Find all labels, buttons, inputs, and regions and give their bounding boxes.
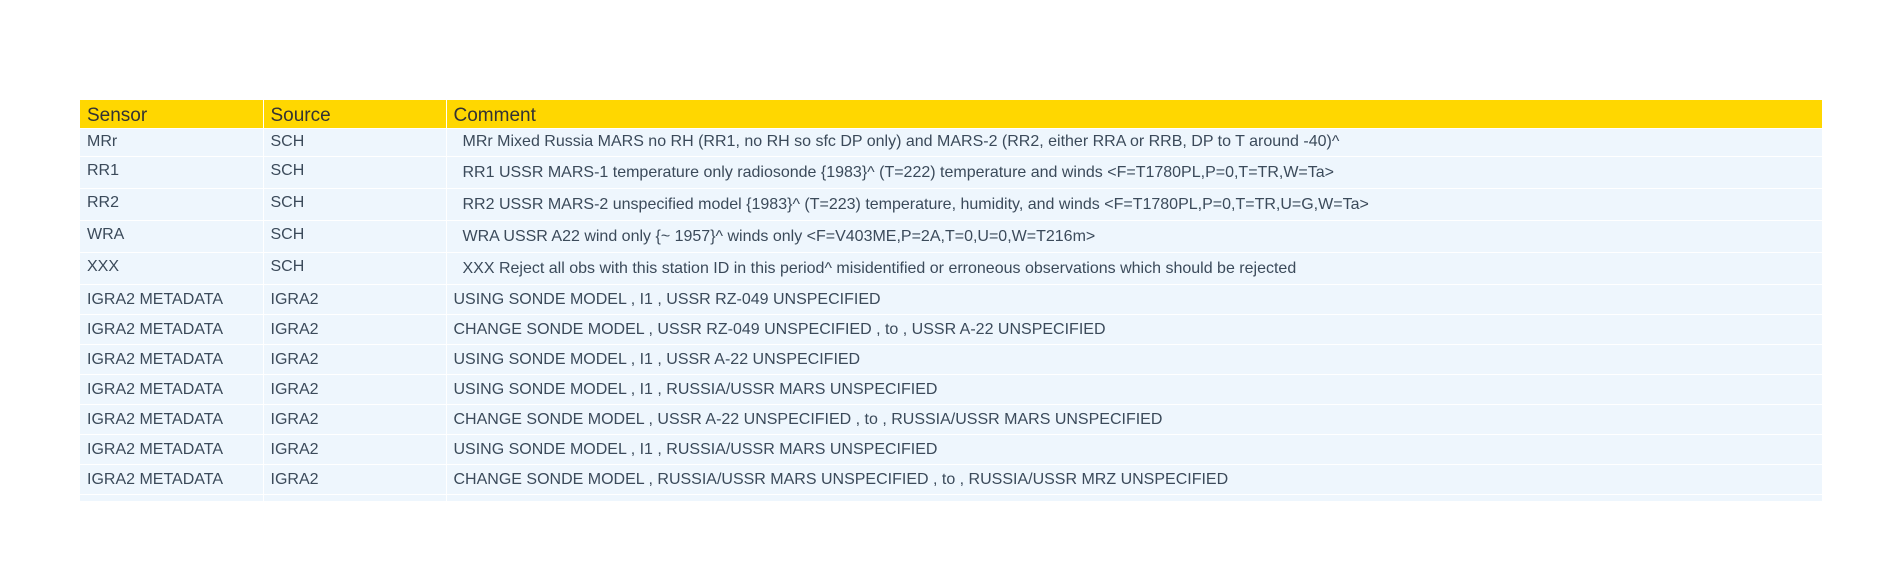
table-row: IGRA2 METADATA IGRA2 USING SONDE MODEL ,…	[80, 374, 1822, 405]
cell-sensor: XXX	[80, 252, 263, 285]
cell-comment: CHANGE SONDE MODEL , USSR RZ-049 UNSPECI…	[445, 314, 1822, 345]
table-row: IGRA2 METADATA IGRA2 USING SONDE MODEL ,…	[80, 344, 1822, 375]
header-sensor[interactable]: Sensor	[80, 100, 263, 129]
table-row: IGRA2 METADATA IGRA2 CHANGE SONDE MODEL …	[80, 314, 1822, 345]
cell-comment: RR1 USSR MARS-1 temperature only radioso…	[445, 156, 1822, 189]
cell-source: SCH	[262, 252, 446, 285]
table-row: RR1 SCH RR1 USSR MARS-1 temperature only…	[80, 156, 1822, 189]
cell-sensor: IGRA2 METADATA	[80, 344, 263, 375]
table-row: IGRA2 METADATA IGRA2 CHANGE SONDE MODEL …	[80, 404, 1822, 435]
cell-sensor: RR2	[80, 188, 263, 221]
cell-sensor: IGRA2 METADATA	[80, 434, 263, 465]
cell-source: IGRA2	[262, 344, 446, 375]
cell-source: SCH	[262, 188, 446, 221]
cell-source: IGRA2	[262, 434, 446, 465]
cell-sensor: WRA	[80, 220, 263, 253]
cell-comment: CHANGE SONDE MODEL , USSR A-22 UNSPECIFI…	[445, 404, 1822, 435]
table-row: RR2 SCH RR2 USSR MARS-2 unspecified mode…	[80, 188, 1822, 221]
cell-comment: USING SONDE MODEL , I1 , USSR A-22 UNSPE…	[445, 344, 1822, 375]
cell-sensor: IGRA2 METADATA	[80, 314, 263, 345]
cell-comment: USING SONDE MODEL , I1 , RUSSIA/USSR MAR…	[445, 434, 1822, 465]
table-row: WRA SCH WRA USSR A22 wind only {~ 1957}^…	[80, 220, 1822, 253]
cell-sensor: MRr	[80, 128, 263, 157]
table-row: XXX SCH XXX Reject all obs with this sta…	[80, 252, 1822, 285]
table-header: Sensor Source Comment	[80, 100, 1822, 129]
cell-spacer	[262, 494, 446, 501]
cell-source: IGRA2	[262, 314, 446, 345]
header-row: Sensor Source Comment	[80, 100, 1822, 129]
cell-comment: USING SONDE MODEL , I1 , RUSSIA/USSR MAR…	[445, 374, 1822, 405]
cell-comment: CHANGE SONDE MODEL , RUSSIA/USSR MARS UN…	[445, 464, 1822, 495]
table-row: MRr SCH MRr Mixed Russia MARS no RH (RR1…	[80, 128, 1822, 157]
cell-comment: XXX Reject all obs with this station ID …	[445, 252, 1822, 285]
cell-comment: MRr Mixed Russia MARS no RH (RR1, no RH …	[445, 128, 1822, 157]
cell-sensor: IGRA2 METADATA	[80, 284, 263, 315]
cell-spacer	[80, 494, 263, 501]
cell-source: SCH	[262, 220, 446, 253]
cell-sensor: IGRA2 METADATA	[80, 374, 263, 405]
table-row: IGRA2 METADATA IGRA2 USING SONDE MODEL ,…	[80, 284, 1822, 315]
cell-comment: RR2 USSR MARS-2 unspecified model {1983}…	[445, 188, 1822, 221]
cell-sensor: RR1	[80, 156, 263, 189]
table-row: IGRA2 METADATA IGRA2 USING SONDE MODEL ,…	[80, 434, 1822, 465]
cell-source: IGRA2	[262, 374, 446, 405]
cell-source: IGRA2	[262, 464, 446, 495]
cell-source: IGRA2	[262, 404, 446, 435]
cell-source: SCH	[262, 128, 446, 157]
cell-sensor: IGRA2 METADATA	[80, 404, 263, 435]
cell-comment: USING SONDE MODEL , I1 , USSR RZ-049 UNS…	[445, 284, 1822, 315]
cell-source: SCH	[262, 156, 446, 189]
sensor-metadata-table: Sensor Source Comment MRr SCH MRr Mixed …	[80, 100, 1822, 501]
table-row-spacer	[80, 494, 1822, 501]
table-row: IGRA2 METADATA IGRA2 CHANGE SONDE MODEL …	[80, 464, 1822, 495]
cell-sensor: IGRA2 METADATA	[80, 464, 263, 495]
cell-source: IGRA2	[262, 284, 446, 315]
table-body: MRr SCH MRr Mixed Russia MARS no RH (RR1…	[80, 128, 1822, 501]
header-source[interactable]: Source	[262, 100, 446, 129]
cell-spacer	[445, 494, 1822, 501]
header-comment[interactable]: Comment	[445, 100, 1822, 129]
cell-comment: WRA USSR A22 wind only {~ 1957}^ winds o…	[445, 220, 1822, 253]
sensor-metadata-table-container: Sensor Source Comment MRr SCH MRr Mixed …	[80, 100, 1822, 501]
